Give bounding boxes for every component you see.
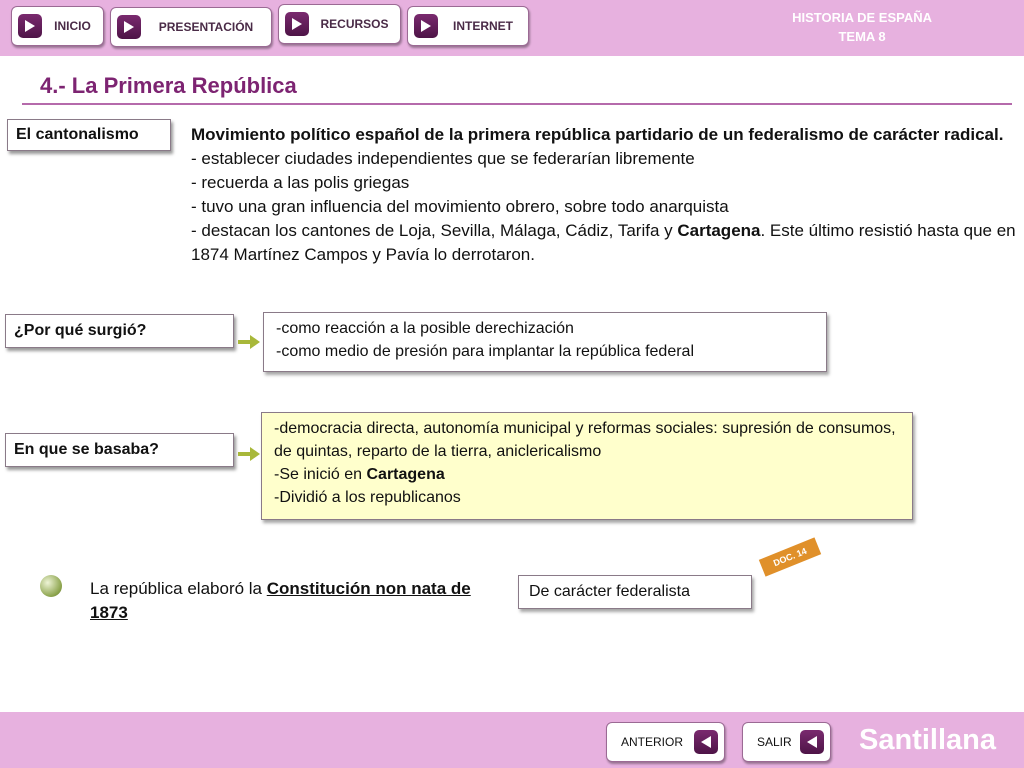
cartagena-highlight: Cartagena	[677, 221, 761, 240]
basaba-box: -democracia directa, autonomía municipal…	[261, 412, 913, 520]
por-que-label: ¿Por qué surgió?	[5, 314, 234, 348]
basaba-line: -democracia directa, autonomía municipal…	[274, 420, 896, 460]
cantones-text: - destacan los cantones de Loja, Sevilla…	[191, 221, 678, 240]
anterior-label: ANTERIOR	[621, 735, 684, 749]
nav-inicio-button[interactable]: INICIO	[11, 6, 104, 46]
constitucion-text: La república elaboró la Constitución non…	[90, 577, 510, 625]
course-title: HISTORIA DE ESPAÑA	[792, 10, 932, 25]
title-divider	[22, 103, 1012, 105]
play-icon	[117, 15, 141, 39]
play-icon	[414, 14, 438, 38]
cartagena-highlight: Cartagena	[366, 466, 445, 483]
nav-presentacion-button[interactable]: PRESENTACIÓN	[110, 7, 272, 47]
federalista-box: De carácter federalista	[518, 575, 752, 609]
doc-badge[interactable]: DOC. 14	[758, 537, 822, 577]
page-title: 4.- La Primera República	[40, 73, 297, 98]
course-topic: TEMA 8	[838, 29, 886, 44]
basaba-text: -Se inició en	[274, 466, 367, 483]
cantonalismo-line: - establecer ciudades independientes que…	[191, 149, 695, 168]
nav-presentacion-label: PRESENTACIÓN	[158, 20, 254, 34]
publisher-logo: Santillana	[859, 724, 996, 756]
basaba-label: En que se basaba?	[5, 433, 234, 467]
cantonalismo-line: - recuerda a las polis griegas	[191, 173, 410, 192]
arrow-right-icon	[238, 335, 260, 349]
nav-recursos-label: RECURSOS	[320, 17, 389, 31]
nav-internet-button[interactable]: INTERNET	[407, 6, 529, 46]
basaba-line: -Dividió a los republicanos	[274, 489, 461, 506]
salir-button[interactable]: SALIR	[742, 722, 831, 762]
play-icon	[18, 14, 42, 38]
por-que-line: -como medio de presión para implantar la…	[276, 343, 694, 360]
por-que-line: -como reacción a la posible derechizació…	[276, 320, 574, 337]
cantonalismo-line-cantones: - destacan los cantones de Loja, Sevilla…	[191, 219, 1016, 267]
basaba-line-cartagena: -Se inició en Cartagena	[274, 463, 900, 486]
cantonalismo-line: - tuvo una gran influencia del movimient…	[191, 197, 729, 216]
play-icon	[285, 12, 309, 36]
salir-label: SALIR	[757, 735, 792, 749]
nav-inicio-label: INICIO	[54, 19, 91, 33]
course-header: HISTORIA DE ESPAÑA TEMA 8	[792, 8, 932, 46]
nav-internet-label: INTERNET	[453, 19, 513, 33]
constitucion-pre: La república elaboró la	[90, 579, 267, 598]
por-que-box: -como reacción a la posible derechizació…	[263, 312, 827, 372]
cantonalismo-description: Movimiento político español de la primer…	[191, 123, 1016, 267]
anterior-button[interactable]: ANTERIOR	[606, 722, 725, 762]
nav-recursos-button[interactable]: RECURSOS	[278, 4, 401, 44]
cantonalismo-lead: Movimiento político español de la primer…	[191, 125, 1004, 144]
bullet-icon	[40, 575, 62, 597]
cantonalismo-label: El cantonalismo	[7, 119, 171, 151]
back-arrow-icon	[800, 730, 824, 754]
back-arrow-icon	[694, 730, 718, 754]
arrow-right-icon	[238, 447, 260, 461]
